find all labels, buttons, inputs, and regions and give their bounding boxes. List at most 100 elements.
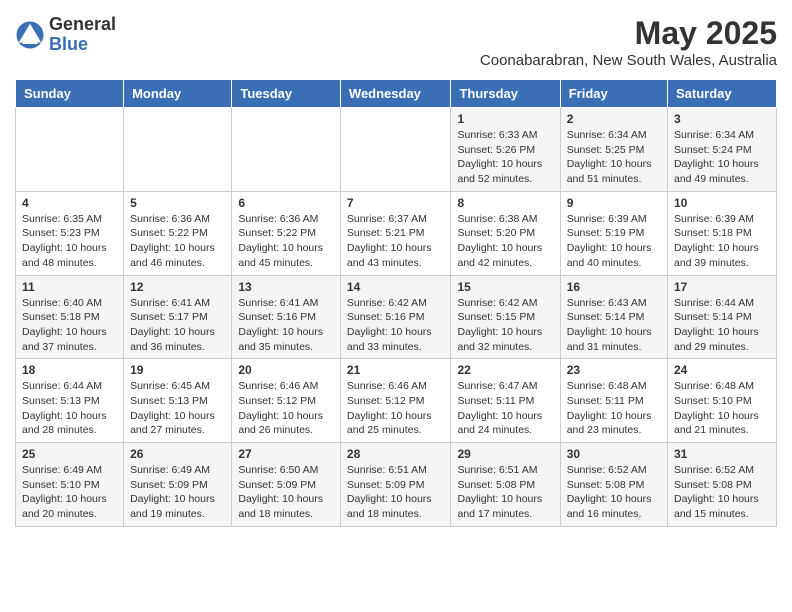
day-number: 30 <box>567 447 661 461</box>
table-row: 15 Sunrise: 6:42 AM Sunset: 5:15 PM Dayli… <box>451 275 560 359</box>
table-row: 25 Sunrise: 6:49 AM Sunset: 5:10 PM Dayli… <box>16 443 124 527</box>
day-info: Sunrise: 6:52 AM Sunset: 5:08 PM Dayligh… <box>674 463 770 522</box>
table-row <box>340 108 451 192</box>
day-number: 15 <box>457 280 553 294</box>
header-thursday: Thursday <box>451 80 560 108</box>
calendar-header-row: Sunday Monday Tuesday Wednesday Thursday… <box>16 80 777 108</box>
table-row: 27 Sunrise: 6:50 AM Sunset: 5:09 PM Dayli… <box>232 443 341 527</box>
day-info: Sunrise: 6:35 AM Sunset: 5:23 PM Dayligh… <box>22 212 117 271</box>
day-number: 19 <box>130 363 225 377</box>
table-row: 9 Sunrise: 6:39 AM Sunset: 5:19 PM Daylig… <box>560 191 667 275</box>
logo: General Blue <box>15 15 116 55</box>
day-number: 26 <box>130 447 225 461</box>
day-number: 4 <box>22 196 117 210</box>
table-row: 6Sunrise: 6:36 AM Sunset: 5:22 PM Daylig… <box>232 191 341 275</box>
day-number: 11 <box>22 280 117 294</box>
day-number: 17 <box>674 280 770 294</box>
table-row: 14Sunrise: 6:42 AM Sunset: 5:16 PM Dayli… <box>340 275 451 359</box>
day-info: Sunrise: 6:48 AM Sunset: 5:10 PM Dayligh… <box>674 379 770 438</box>
day-number: 7 <box>347 196 445 210</box>
logo-general: General <box>49 15 116 35</box>
day-info: Sunrise: 6:37 AM Sunset: 5:21 PM Dayligh… <box>347 212 445 271</box>
table-row: 22 Sunrise: 6:47 AM Sunset: 5:11 PM Dayli… <box>451 359 560 443</box>
day-number: 9 <box>567 196 661 210</box>
calendar-row: 18Sunrise: 6:44 AM Sunset: 5:13 PM Dayli… <box>16 359 777 443</box>
day-number: 25 <box>22 447 117 461</box>
day-info: Sunrise: 6:52 AM Sunset: 5:08 PM Dayligh… <box>567 463 661 522</box>
table-row: 19Sunrise: 6:45 AM Sunset: 5:13 PM Dayli… <box>124 359 232 443</box>
day-info: Sunrise: 6:40 AM Sunset: 5:18 PM Dayligh… <box>22 296 117 355</box>
day-info: Sunrise: 6:39 AM Sunset: 5:18 PM Dayligh… <box>674 212 770 271</box>
table-row: 8 Sunrise: 6:38 AM Sunset: 5:20 PM Daylig… <box>451 191 560 275</box>
table-row <box>124 108 232 192</box>
day-number: 10 <box>674 196 770 210</box>
day-info: Sunrise: 6:49 AM Sunset: 5:10 PM Dayligh… <box>22 463 117 522</box>
page-header: General Blue May 2025 Coonabarabran, New… <box>15 15 777 69</box>
header-monday: Monday <box>124 80 232 108</box>
table-row: 20 Sunrise: 6:46 AM Sunset: 5:12 PM Dayli… <box>232 359 341 443</box>
day-info: Sunrise: 6:33 AM Sunset: 5:26 PM Dayligh… <box>457 128 553 187</box>
table-row: 26 Sunrise: 6:49 AM Sunset: 5:09 PM Dayli… <box>124 443 232 527</box>
day-info: Sunrise: 6:43 AM Sunset: 5:14 PM Dayligh… <box>567 296 661 355</box>
day-number: 27 <box>238 447 334 461</box>
table-row: 7 Sunrise: 6:37 AM Sunset: 5:21 PM Daylig… <box>340 191 451 275</box>
day-number: 31 <box>674 447 770 461</box>
table-row: 5 Sunrise: 6:36 AM Sunset: 5:22 PM Daylig… <box>124 191 232 275</box>
day-number: 2 <box>567 112 661 126</box>
day-info: Sunrise: 6:44 AM Sunset: 5:13 PM Dayligh… <box>22 379 117 438</box>
day-number: 16 <box>567 280 661 294</box>
table-row <box>232 108 341 192</box>
logo-text: General Blue <box>49 15 116 55</box>
day-number: 8 <box>457 196 553 210</box>
day-info: Sunrise: 6:49 AM Sunset: 5:09 PM Dayligh… <box>130 463 225 522</box>
logo-icon <box>15 20 45 50</box>
day-info: Sunrise: 6:51 AM Sunset: 5:09 PM Dayligh… <box>347 463 445 522</box>
day-number: 20 <box>238 363 334 377</box>
day-info: Sunrise: 6:44 AM Sunset: 5:14 PM Dayligh… <box>674 296 770 355</box>
day-number: 6 <box>238 196 334 210</box>
day-number: 29 <box>457 447 553 461</box>
day-number: 22 <box>457 363 553 377</box>
month-year: May 2025 <box>480 15 777 52</box>
table-row: 18Sunrise: 6:44 AM Sunset: 5:13 PM Dayli… <box>16 359 124 443</box>
table-row: 12 Sunrise: 6:41 AM Sunset: 5:17 PM Dayli… <box>124 275 232 359</box>
day-info: Sunrise: 6:39 AM Sunset: 5:19 PM Dayligh… <box>567 212 661 271</box>
table-row: 17 Sunrise: 6:44 AM Sunset: 5:14 PM Dayli… <box>668 275 777 359</box>
table-row: 29Sunrise: 6:51 AM Sunset: 5:08 PM Dayli… <box>451 443 560 527</box>
day-number: 28 <box>347 447 445 461</box>
day-info: Sunrise: 6:34 AM Sunset: 5:25 PM Dayligh… <box>567 128 661 187</box>
day-info: Sunrise: 6:46 AM Sunset: 5:12 PM Dayligh… <box>238 379 334 438</box>
table-row: 3 Sunrise: 6:34 AM Sunset: 5:24 PM Daylig… <box>668 108 777 192</box>
logo-blue: Blue <box>49 35 116 55</box>
day-number: 1 <box>457 112 553 126</box>
calendar-row: 1 Sunrise: 6:33 AM Sunset: 5:26 PM Daylig… <box>16 108 777 192</box>
day-info: Sunrise: 6:42 AM Sunset: 5:15 PM Dayligh… <box>457 296 553 355</box>
location: Coonabarabran, New South Wales, Australi… <box>480 52 777 69</box>
day-info: Sunrise: 6:41 AM Sunset: 5:16 PM Dayligh… <box>238 296 334 355</box>
day-info: Sunrise: 6:47 AM Sunset: 5:11 PM Dayligh… <box>457 379 553 438</box>
calendar-table: Sunday Monday Tuesday Wednesday Thursday… <box>15 79 777 527</box>
day-info: Sunrise: 6:36 AM Sunset: 5:22 PM Dayligh… <box>130 212 225 271</box>
calendar-row: 4 Sunrise: 6:35 AM Sunset: 5:23 PM Daylig… <box>16 191 777 275</box>
header-wednesday: Wednesday <box>340 80 451 108</box>
calendar-row: 11 Sunrise: 6:40 AM Sunset: 5:18 PM Dayli… <box>16 275 777 359</box>
day-number: 23 <box>567 363 661 377</box>
header-sunday: Sunday <box>16 80 124 108</box>
header-friday: Friday <box>560 80 667 108</box>
day-number: 12 <box>130 280 225 294</box>
day-number: 3 <box>674 112 770 126</box>
table-row: 1 Sunrise: 6:33 AM Sunset: 5:26 PM Daylig… <box>451 108 560 192</box>
table-row: 11 Sunrise: 6:40 AM Sunset: 5:18 PM Dayli… <box>16 275 124 359</box>
table-row: 28 Sunrise: 6:51 AM Sunset: 5:09 PM Dayli… <box>340 443 451 527</box>
day-info: Sunrise: 6:50 AM Sunset: 5:09 PM Dayligh… <box>238 463 334 522</box>
day-info: Sunrise: 6:42 AM Sunset: 5:16 PM Dayligh… <box>347 296 445 355</box>
table-row: 16 Sunrise: 6:43 AM Sunset: 5:14 PM Dayli… <box>560 275 667 359</box>
day-info: Sunrise: 6:38 AM Sunset: 5:20 PM Dayligh… <box>457 212 553 271</box>
table-row: 10 Sunrise: 6:39 AM Sunset: 5:18 PM Dayli… <box>668 191 777 275</box>
day-info: Sunrise: 6:46 AM Sunset: 5:12 PM Dayligh… <box>347 379 445 438</box>
day-info: Sunrise: 6:34 AM Sunset: 5:24 PM Dayligh… <box>674 128 770 187</box>
table-row: 21Sunrise: 6:46 AM Sunset: 5:12 PM Dayli… <box>340 359 451 443</box>
day-number: 5 <box>130 196 225 210</box>
table-row: 30 Sunrise: 6:52 AM Sunset: 5:08 PM Dayli… <box>560 443 667 527</box>
day-info: Sunrise: 6:41 AM Sunset: 5:17 PM Dayligh… <box>130 296 225 355</box>
